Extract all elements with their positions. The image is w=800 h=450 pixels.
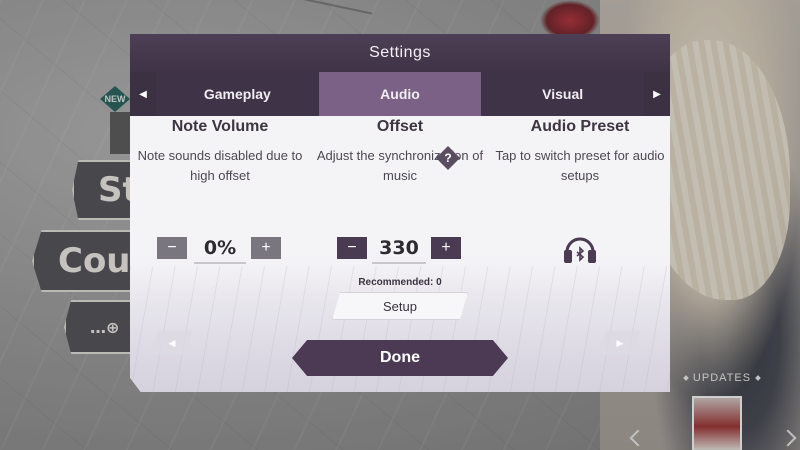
tab-prev-icon[interactable]: ◀: [130, 72, 156, 116]
offset-description: Adjust the synchronization of music: [316, 148, 484, 183]
audio-preset-description: Tap to switch preset for audio setups: [495, 148, 665, 183]
settings-tabs: ◀ Gameplay Audio Visual ▶: [130, 72, 670, 116]
divider: [194, 262, 246, 264]
offset-title-label: Offset: [376, 118, 424, 135]
done-button[interactable]: Done: [292, 340, 508, 376]
offset-decrease-button[interactable]: −: [337, 237, 367, 259]
offset-title: Offset: [315, 116, 485, 138]
note-volume-title: Note Volume: [171, 118, 269, 135]
bluetooth-headphones-icon[interactable]: [562, 230, 598, 266]
dialog-title: Settings: [130, 34, 670, 72]
page-next-icon[interactable]: ▶: [600, 331, 640, 355]
audio-preset-section: Audio Preset Tap to switch preset for au…: [495, 116, 665, 186]
note-volume-description: Note sounds disabled due to high offset: [137, 148, 303, 183]
settings-dialog: Settings ◀ Gameplay Audio Visual ▶: [130, 34, 670, 392]
audio-preset-title: Audio Preset: [530, 118, 630, 135]
offset-increase-button[interactable]: +: [431, 237, 461, 259]
tab-gameplay[interactable]: Gameplay: [156, 72, 319, 116]
offset-section: Offset Adjust the synchronization of mus…: [315, 116, 485, 186]
note-volume-decrease-button[interactable]: −: [157, 237, 187, 259]
tab-visual[interactable]: Visual: [481, 72, 645, 116]
tab-audio[interactable]: Audio: [318, 72, 482, 116]
page-prev-icon[interactable]: ◀: [152, 331, 192, 355]
note-volume-value: 0%: [203, 237, 237, 259]
note-volume-section: Note Volume Note sounds disabled due to …: [135, 116, 305, 186]
offset-value: 330: [379, 237, 419, 259]
note-volume-increase-button[interactable]: +: [251, 237, 281, 259]
tab-next-icon[interactable]: ▶: [644, 72, 670, 116]
offset-setup-button[interactable]: Setup: [332, 292, 468, 320]
divider: [372, 262, 426, 264]
offset-recommended: Recommended: 0: [358, 277, 442, 288]
